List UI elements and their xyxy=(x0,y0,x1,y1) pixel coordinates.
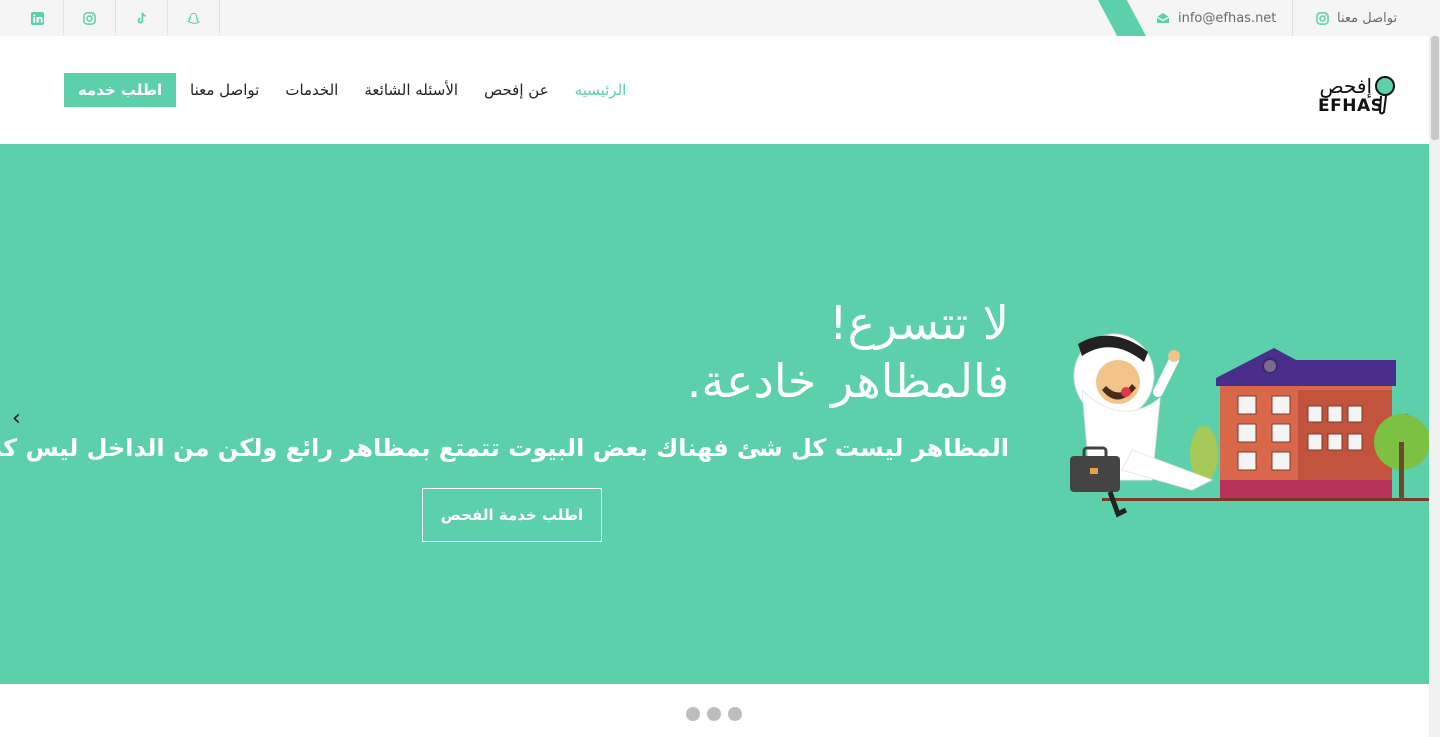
instagram-icon[interactable] xyxy=(64,0,116,36)
tiktok-icon[interactable] xyxy=(116,0,168,36)
topbar-divider xyxy=(1292,0,1293,36)
top-bar: info@efhas.net تواصل معنا xyxy=(0,0,1440,36)
hero-headline-line2: فالمظاهر خادعة. xyxy=(686,354,1009,408)
logo-arabic-text: إفحص xyxy=(1319,74,1372,98)
hero-subtext: المظاهر ليست كل شئ فهناك بعض البيوت تتمت… xyxy=(0,434,1009,462)
topbar-accent-shape xyxy=(1098,0,1146,36)
hero-illustration xyxy=(1070,333,1429,518)
carousel-indicators xyxy=(686,707,742,721)
linkedin-icon[interactable] xyxy=(12,0,64,36)
scrollbar-track[interactable] xyxy=(1429,36,1440,737)
carousel-dot[interactable] xyxy=(686,707,700,721)
instagram-icon xyxy=(1316,11,1329,25)
request-service-button[interactable]: اطلب خدمه xyxy=(64,73,176,107)
nav-item-home[interactable]: الرئيسيه xyxy=(575,81,627,99)
hero-headline-line1: لا تتسرع! xyxy=(829,296,1009,350)
nav-item-faq[interactable]: الأسئله الشائعة xyxy=(364,81,458,99)
contact-text: تواصل معنا xyxy=(1337,10,1398,26)
slider-prev-arrow[interactable]: ‹ xyxy=(12,406,21,431)
contact-link[interactable]: تواصل معنا xyxy=(1316,0,1397,36)
social-links xyxy=(12,0,220,36)
carousel-dot[interactable] xyxy=(728,707,742,721)
hero-slider: ‹ › لا تتسرع! فالمظاهر خادعة. المظاهر لي… xyxy=(0,144,1429,684)
nav-item-contact[interactable]: تواصل معنا xyxy=(190,81,259,99)
main-nav: الرئيسيه عن إفحص الأسئله الشائعة الخدمات… xyxy=(190,73,626,107)
main-header: اطلب خدمه الرئيسيه عن إفحص الأسئله الشائ… xyxy=(0,36,1440,144)
request-inspection-button[interactable]: اطلب خدمة الفحص xyxy=(422,488,602,542)
scrollbar-thumb[interactable] xyxy=(1431,36,1439,140)
hero-headline: لا تتسرع! فالمظاهر خادعة. xyxy=(687,294,1009,410)
snapchat-icon[interactable] xyxy=(168,0,220,36)
site-logo[interactable]: إفحص EFHAS xyxy=(1314,70,1396,120)
email-text: info@efhas.net xyxy=(1178,10,1277,26)
nav-item-services[interactable]: الخدمات xyxy=(285,81,338,99)
carousel-dot[interactable] xyxy=(707,707,721,721)
email-link[interactable]: info@efhas.net xyxy=(1156,0,1276,36)
nav-item-about[interactable]: عن إفحص xyxy=(484,81,549,99)
envelope-icon xyxy=(1156,13,1170,23)
magnifier-icon xyxy=(1375,76,1395,115)
